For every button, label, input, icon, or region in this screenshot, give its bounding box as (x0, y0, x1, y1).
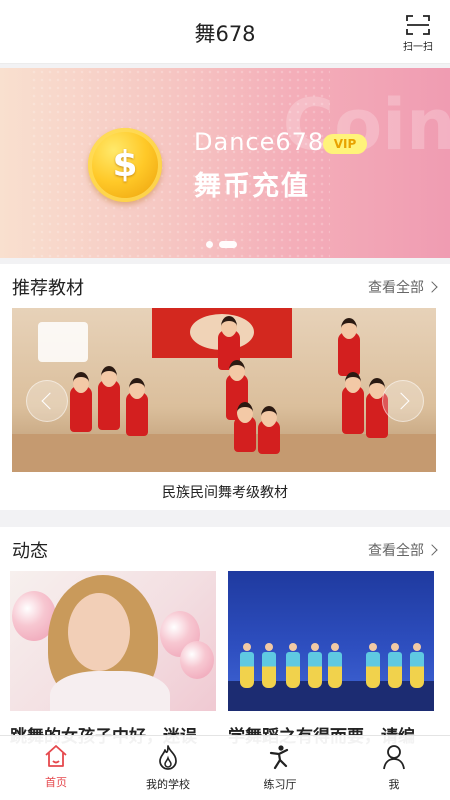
tab-practice-hall[interactable]: 练习厅 (224, 736, 336, 800)
app-screen: 舞678 扫一扫 Coin $ Dance678 VIP 舞币充值 推荐教材 查… (0, 0, 450, 800)
recommended-slide-image[interactable] (12, 308, 436, 472)
recommended-header: 推荐教材 查看全部 (0, 264, 450, 308)
recommended-view-all-link[interactable]: 查看全部 (368, 277, 438, 297)
dancer-figure (262, 643, 276, 689)
banner-headline: 舞币充值 (194, 171, 310, 202)
dancer-figure (366, 643, 380, 689)
stage-floor (12, 434, 436, 472)
tab-label: 练习厅 (263, 778, 297, 791)
photo-face (68, 593, 130, 671)
bottom-tab-bar: 首页 我的学校 练习厅 我 (0, 735, 450, 800)
scan-button[interactable]: 扫一扫 (400, 14, 436, 56)
dynamics-header: 动态 查看全部 (0, 527, 450, 571)
chevron-left-icon (41, 392, 59, 410)
dancer-figure (328, 643, 342, 689)
dynamics-view-all-link[interactable]: 查看全部 (368, 540, 438, 560)
dynamic-item-thumbnail[interactable] (10, 571, 216, 711)
recommended-section: 推荐教材 查看全部 民族民间舞考级教材 (0, 264, 450, 510)
dancer-figure (240, 643, 254, 689)
carousel-indicators (206, 234, 243, 248)
dancer-figure (388, 643, 402, 689)
recommended-title: 推荐教材 (12, 278, 84, 299)
dancer-figure (70, 372, 92, 432)
dancer-figure (338, 318, 360, 376)
dancer-figure (234, 402, 256, 452)
view-all-label: 查看全部 (368, 543, 424, 559)
dancer-figure (308, 643, 322, 689)
tab-label: 首页 (45, 776, 67, 789)
dancer-icon (269, 745, 289, 770)
chevron-right-icon (426, 544, 438, 556)
chevron-right-icon (426, 281, 438, 293)
app-title: 舞678 (194, 22, 256, 46)
chevron-right-icon (392, 392, 410, 410)
scan-icon (406, 15, 430, 35)
vip-badge: VIP (323, 134, 367, 154)
photo-dress (50, 671, 170, 711)
recommended-caption[interactable]: 民族民间舞考级教材 (0, 482, 450, 502)
dynamic-item-thumbnail[interactable] (228, 571, 434, 711)
dancer-figure (410, 643, 424, 689)
banner-brand: Dance678 (194, 128, 325, 156)
slide-next-button[interactable] (382, 380, 424, 422)
promo-banner[interactable]: Coin $ Dance678 VIP 舞币充值 (0, 68, 450, 258)
dancer-figure (286, 643, 300, 689)
dancer-figure (258, 406, 280, 454)
coin-icon: $ (88, 128, 162, 202)
carousel-dot[interactable] (206, 241, 213, 248)
dancer-figure (342, 372, 364, 434)
slide-prev-button[interactable] (26, 380, 68, 422)
top-bar: 舞678 扫一扫 (0, 0, 450, 64)
tab-label: 我的学校 (146, 778, 190, 791)
school-logo (38, 322, 88, 362)
user-icon (383, 745, 405, 770)
tab-label: 我 (388, 778, 400, 791)
coin-symbol: $ (112, 144, 138, 185)
tab-home[interactable]: 首页 (0, 736, 112, 800)
tab-me[interactable]: 我 (338, 736, 450, 800)
scan-label: 扫一扫 (403, 42, 433, 53)
dynamics-section: 动态 查看全部 跳舞的女孩子中好，迷误 学舞蹈之有得而要，请编 (0, 527, 450, 747)
dancer-figure (126, 378, 148, 436)
dynamics-title: 动态 (12, 541, 48, 562)
flame-icon (159, 745, 177, 770)
view-all-label: 查看全部 (368, 280, 424, 296)
dancer-figure (98, 366, 120, 430)
carousel-dot-active[interactable] (219, 241, 237, 248)
tab-my-school[interactable]: 我的学校 (112, 736, 224, 800)
balloon-shape (180, 641, 214, 679)
home-icon (45, 745, 67, 767)
